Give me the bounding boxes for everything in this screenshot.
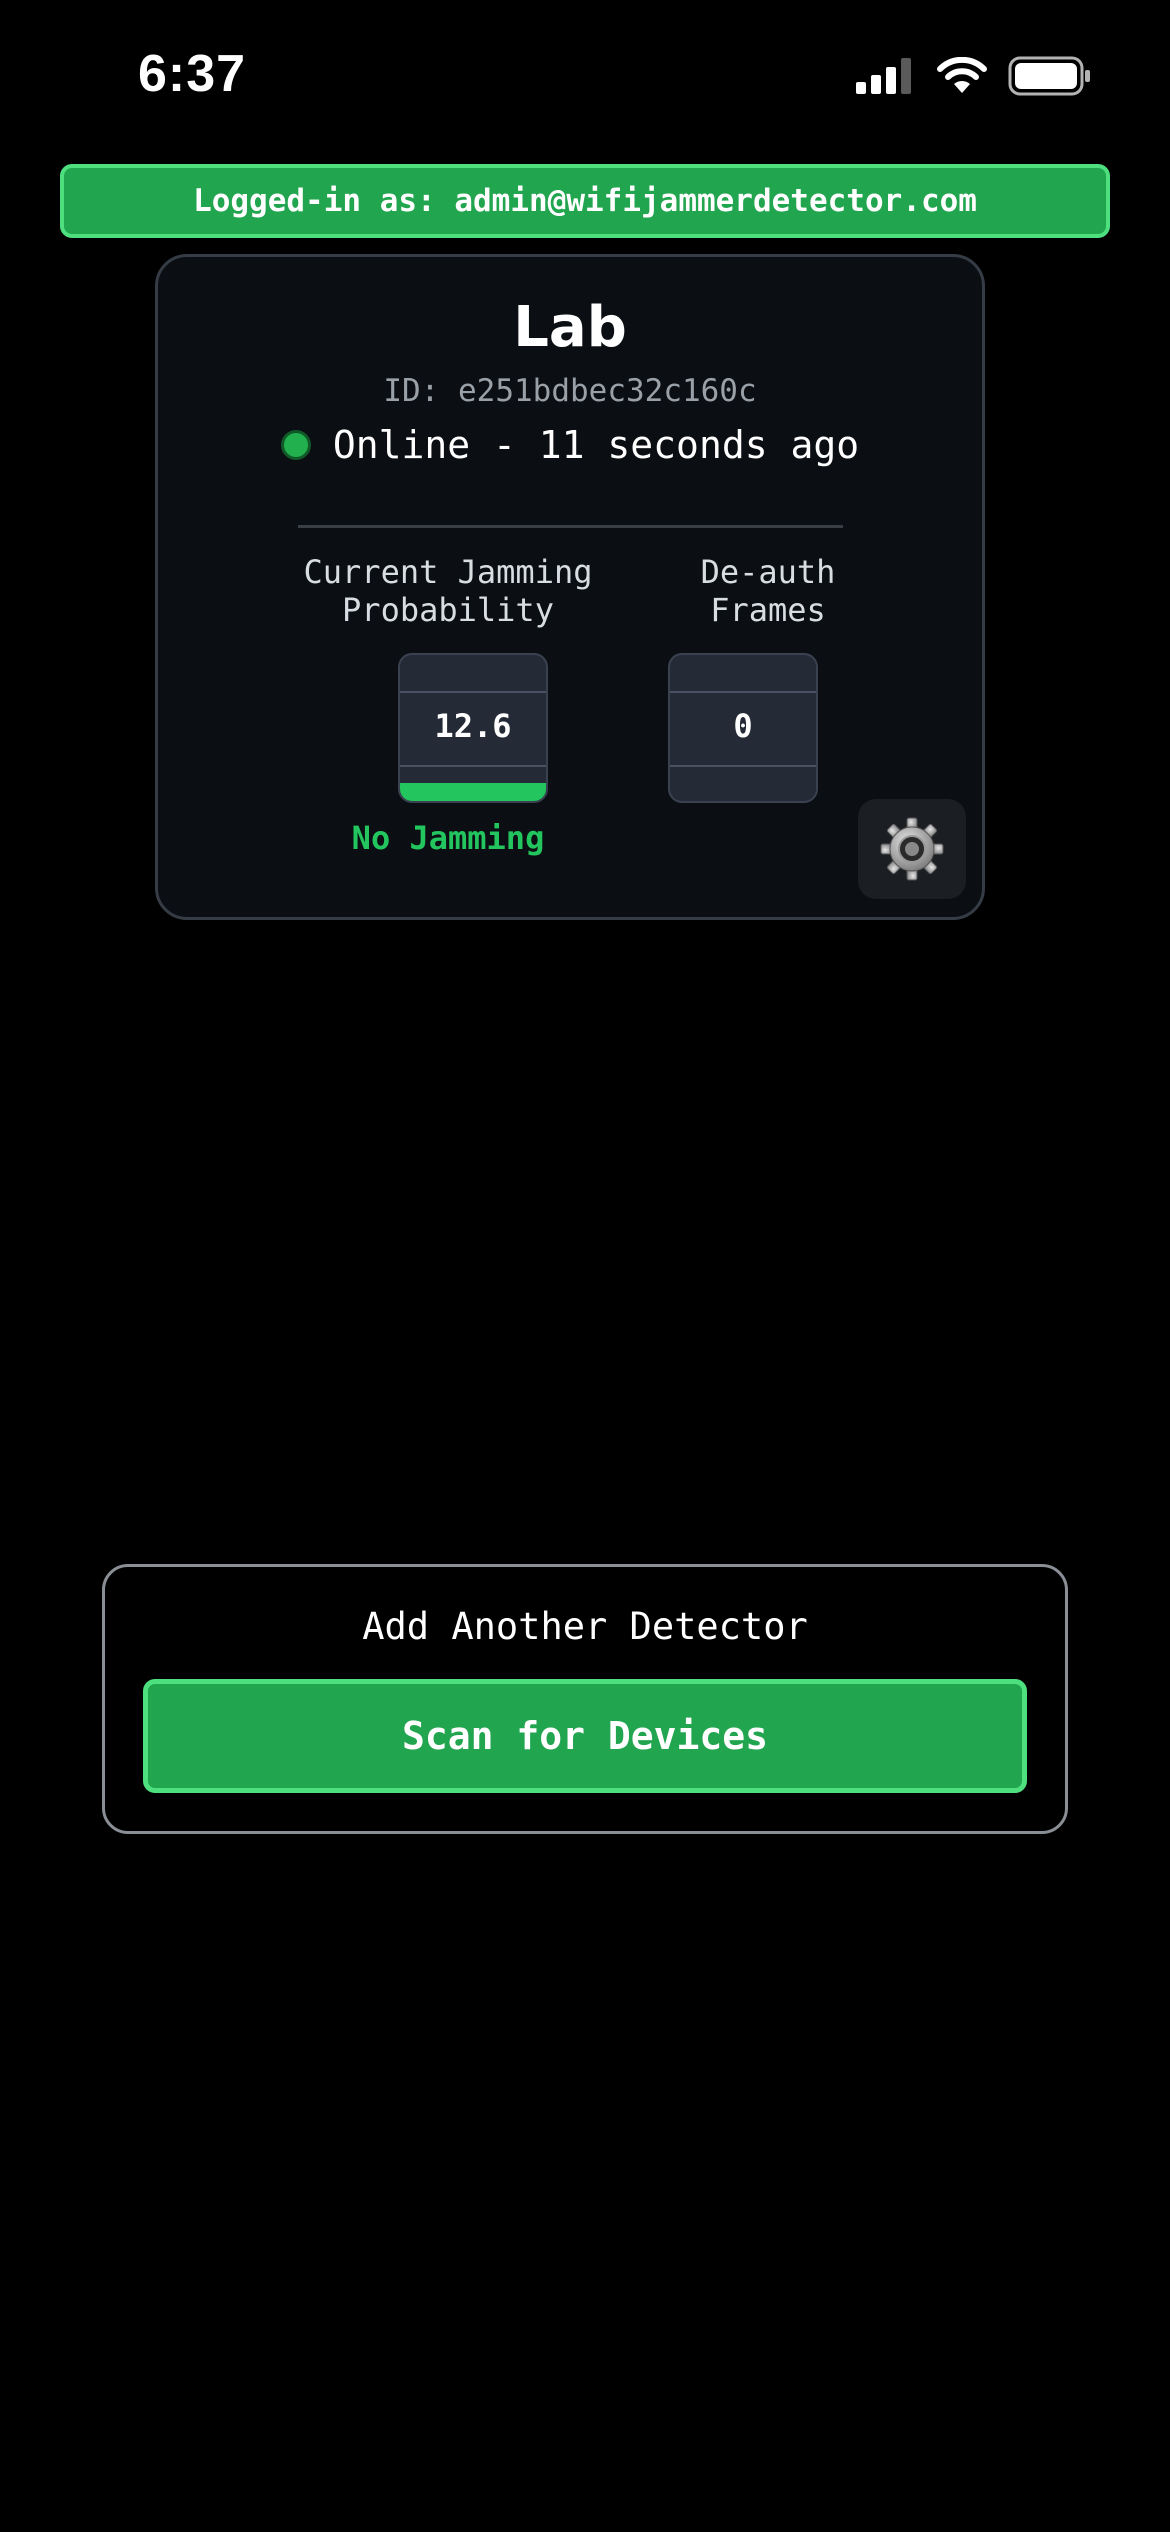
- jamming-label-line1: Current Jamming: [303, 553, 593, 591]
- add-detector-title: Add Another Detector: [362, 1605, 808, 1648]
- deauth-frames-label: De-auth Frames: [658, 553, 878, 629]
- cellular-signal-icon: [856, 58, 911, 94]
- device-card[interactable]: Lab ID: e251bdbec32c160c Online - 11 sec…: [155, 254, 985, 920]
- add-detector-card: Add Another Detector Scan for Devices: [102, 1564, 1068, 1834]
- gauge-gridline: [400, 691, 546, 693]
- battery-icon: [1008, 56, 1090, 96]
- gauge-gridline: [670, 691, 816, 693]
- device-status-text: Online - 11 seconds ago: [332, 423, 860, 467]
- jamming-probability-label: Current Jamming Probability: [298, 553, 598, 629]
- device-settings-button[interactable]: [858, 799, 966, 899]
- clock-time: 6:37: [138, 45, 247, 103]
- gauge-gridline: [400, 765, 546, 767]
- logged-in-banner: Logged-in as: admin@wifijammerdetector.c…: [60, 164, 1110, 238]
- status-icons: [856, 56, 1092, 96]
- jamming-label-line2: Probability: [342, 591, 554, 629]
- divider: [298, 525, 843, 528]
- scan-for-devices-button[interactable]: Scan for Devices: [143, 1679, 1027, 1793]
- gear-icon: [880, 817, 944, 881]
- deauth-frames-gauge: 0: [668, 653, 818, 803]
- status-bar: 6:37: [0, 0, 1170, 150]
- online-indicator-icon: [280, 430, 311, 460]
- jamming-probability-value: 12.6: [434, 707, 512, 745]
- deauth-frames-value: 0: [733, 707, 753, 745]
- device-id: ID: e251bdbec32c160c: [383, 373, 757, 409]
- deauth-label-line1: De-auth: [700, 553, 836, 591]
- wifi-icon: [937, 57, 987, 93]
- device-name: Lab: [513, 295, 627, 360]
- gauge-gridline: [670, 765, 816, 767]
- jamming-probability-bar: [400, 782, 546, 801]
- jamming-probability-gauge: 12.6: [398, 653, 548, 803]
- device-status: Online - 11 seconds ago: [158, 423, 982, 467]
- deauth-label-line2: Frames: [710, 591, 826, 629]
- jamming-status-text: No Jamming: [351, 819, 545, 857]
